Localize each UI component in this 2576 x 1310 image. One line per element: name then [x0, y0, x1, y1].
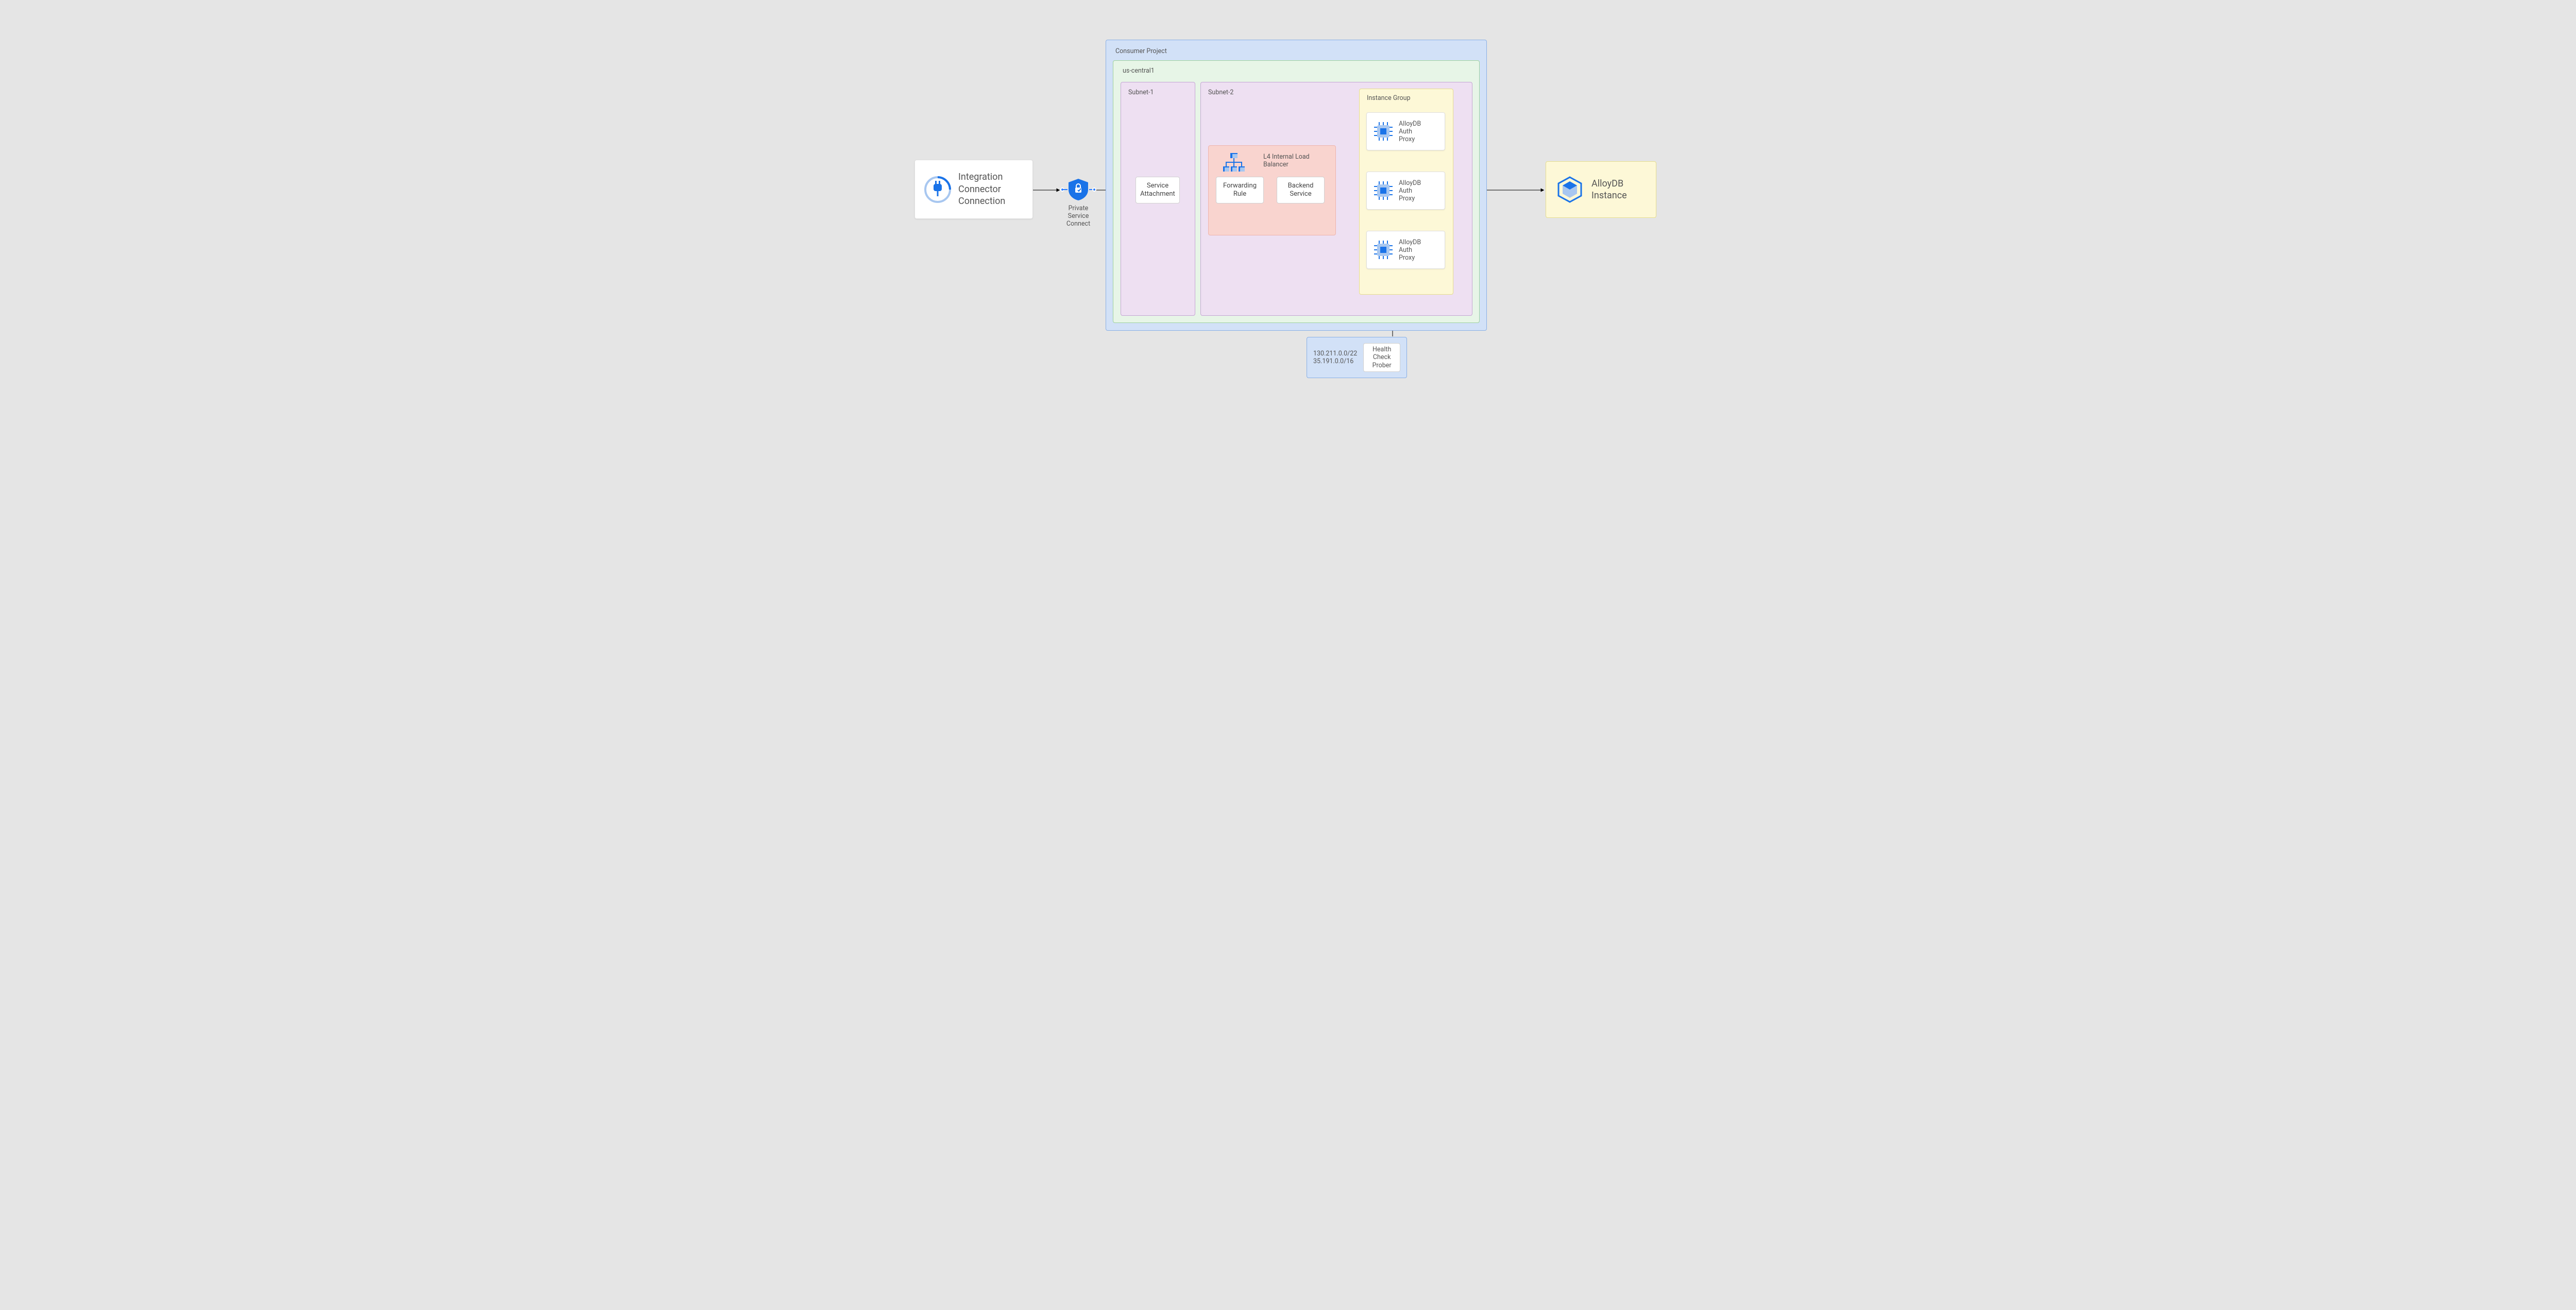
architecture-diagram: Integration Connector Connection Private…: [890, 0, 1686, 393]
cpu-icon: [1373, 240, 1394, 260]
proxy-tile-1: AlloyDB Auth Proxy: [1366, 112, 1445, 150]
proxy-tile-2: AlloyDB Auth Proxy: [1366, 172, 1445, 210]
integration-connector-title: Integration Connector Connection: [958, 171, 1005, 207]
backend-service: Backend Service: [1277, 177, 1325, 203]
cpu-icon: [1373, 180, 1394, 201]
plug-icon: [924, 176, 951, 203]
psc-node: Private Service Connect: [1060, 178, 1096, 228]
service-attachment: Service Attachment: [1136, 177, 1180, 203]
forwarding-rule: Forwarding Rule: [1216, 177, 1264, 203]
alloydb-instance: AlloyDB Instance: [1546, 161, 1656, 218]
integration-connector-tile: Integration Connector Connection: [914, 160, 1033, 219]
alloydb-icon: [1555, 175, 1584, 204]
health-check-prober: Health Check Prober: [1363, 343, 1400, 372]
load-balancer-icon: [1223, 153, 1245, 173]
proxy-tile-3: AlloyDB Auth Proxy: [1366, 231, 1445, 269]
psc-label: Private Service Connect: [1060, 205, 1096, 228]
health-check-block: 130.211.0.0/22 35.191.0.0/16 Health Chec…: [1307, 337, 1407, 378]
cpu-icon: [1373, 121, 1394, 142]
shield-icon: [1066, 178, 1090, 201]
health-check-ips: 130.211.0.0/22 35.191.0.0/16: [1313, 350, 1357, 365]
